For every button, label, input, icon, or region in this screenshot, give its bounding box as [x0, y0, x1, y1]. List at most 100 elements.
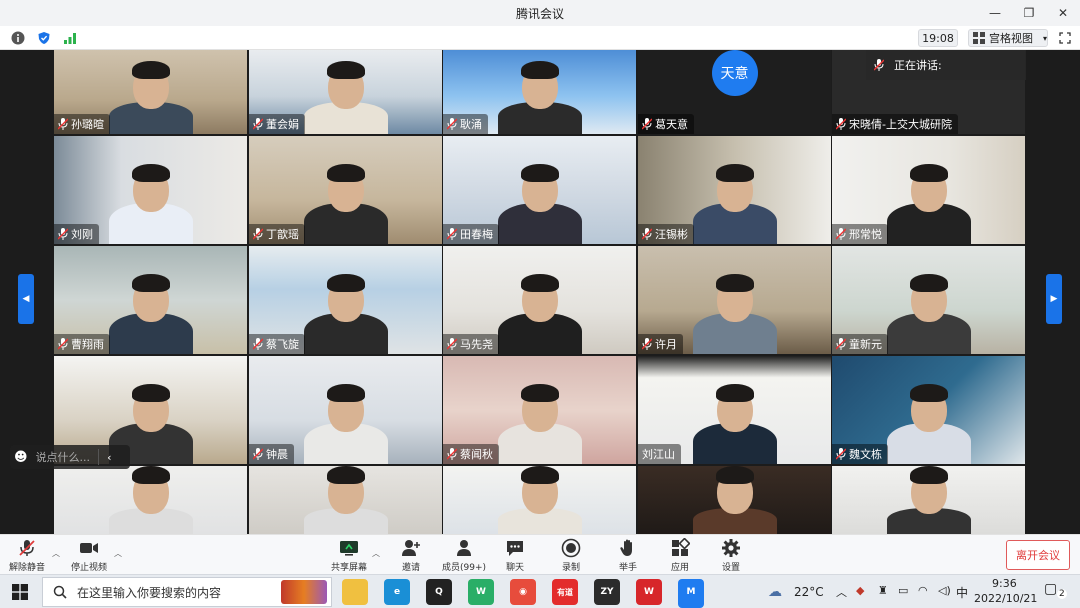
chat-input[interactable]: 说点什么...	[36, 449, 91, 465]
collapse-chat-icon[interactable]: ‹	[107, 451, 111, 464]
participant-tile[interactable]	[54, 466, 247, 534]
app-icon[interactable]: ◉	[510, 579, 536, 605]
participant-tile[interactable]: 钟晨	[249, 356, 442, 464]
share-options-chevron-icon[interactable]: ︿	[372, 548, 380, 559]
volume-icon[interactable]: ◁)	[938, 584, 951, 597]
participant-tile[interactable]: 马先尧	[443, 246, 636, 354]
participant-tile[interactable]: 曹翔雨	[54, 246, 247, 354]
taskbar-search-input[interactable]: 在这里输入你要搜索的内容	[42, 577, 332, 607]
signal-strength-icon[interactable]	[62, 30, 78, 46]
participant-name-label: 宋晓倩-上交大城研院	[832, 114, 958, 134]
participant-hair	[326, 384, 365, 402]
edge-browser-icon[interactable]: e	[384, 579, 410, 605]
leave-meeting-button[interactable]: 离开会议	[1006, 540, 1070, 570]
notification-count: 2	[1057, 589, 1067, 599]
minimize-icon[interactable]: —	[978, 0, 1012, 26]
mic-muted-icon	[836, 338, 846, 350]
participant-name: 钟晨	[266, 448, 288, 461]
settings-button[interactable]: 设置	[708, 538, 754, 574]
quick-chat-bar[interactable]: ☻ 说点什么... ‹	[10, 445, 130, 469]
chat-label: 聊天	[505, 563, 524, 573]
notification-icon[interactable]: ▢	[1044, 581, 1057, 597]
wechat-icon[interactable]: W	[468, 579, 494, 605]
share-screen-label: 共享屏幕	[330, 563, 367, 573]
participant-tile[interactable]	[249, 466, 442, 534]
emoji-icon[interactable]: ☻	[14, 450, 28, 465]
participant-tile[interactable]: 天意 葛天意	[638, 50, 831, 134]
zy-app-icon[interactable]: ZY	[594, 579, 620, 605]
video-grid: 孙璐暄 董会娟 耿涌 天意 葛天意 宋晓倩-上交大城研院刘刚 丁歆瑶 田春梅 汪锡彬 邢常悦曹翔雨…	[0, 50, 1080, 534]
show-hidden-icons-icon[interactable]: ︿	[836, 584, 847, 600]
participant-tile[interactable]: 董会娟	[249, 50, 442, 134]
participant-tile[interactable]: 邢常悦	[832, 136, 1025, 244]
participant-name-label: 魏文栋	[832, 444, 888, 464]
participant-tile[interactable]: 蔡闻秋	[443, 356, 636, 464]
tencent-meeting-taskbar-icon[interactable]: M	[678, 579, 704, 605]
audio-options-chevron-icon[interactable]: ︿	[52, 548, 60, 559]
wifi-icon[interactable]: ◠	[918, 584, 928, 597]
title-bar: 腾讯会议 — ❐ ✕	[0, 0, 1080, 26]
view-mode-dropdown[interactable]: 宫格视图 ▾	[968, 29, 1048, 47]
participant-name: 蔡闻秋	[460, 448, 493, 461]
participant-tile[interactable]	[443, 466, 636, 534]
tray-app-icon[interactable]: ◆	[856, 584, 864, 597]
participant-tile[interactable]	[638, 466, 831, 534]
security-shield-icon[interactable]	[36, 30, 52, 46]
participant-tile[interactable]: 刘江山	[638, 356, 831, 464]
qq-icon[interactable]: Q	[426, 579, 452, 605]
members-button[interactable]: 成员(99+)	[436, 538, 492, 574]
chevron-right-icon: ▶	[1050, 294, 1058, 304]
participant-hair	[715, 384, 754, 402]
participant-name-label: 蔡飞旋	[249, 334, 305, 354]
participant-tile[interactable]: 童新元	[832, 246, 1025, 354]
participant-tile[interactable]: 孙璐暄	[54, 50, 247, 134]
mic-muted-icon	[253, 118, 263, 130]
youdao-icon[interactable]: 有道	[552, 579, 578, 605]
raise-hand-button[interactable]: 举手	[605, 538, 651, 574]
record-button[interactable]: 录制	[548, 538, 594, 574]
participant-name: 曹翔雨	[71, 338, 104, 351]
restore-icon[interactable]: ❐	[1012, 0, 1046, 26]
participant-tile[interactable]: 丁歆瑶	[249, 136, 442, 244]
participant-name-label: 邢常悦	[832, 224, 888, 244]
share-screen-button[interactable]: 共享屏幕	[326, 538, 372, 574]
apps-label: 应用	[670, 563, 689, 573]
taskbar-clock-date[interactable]: 2022/10/21	[974, 592, 1037, 605]
unmute-button[interactable]: 解除静音	[4, 538, 50, 574]
tray-security-icon[interactable]: ♜	[878, 584, 888, 597]
battery-icon[interactable]: ▭	[898, 584, 908, 597]
invite-button[interactable]: 邀请	[388, 538, 434, 574]
taskbar-clock-time[interactable]: 9:36	[992, 577, 1017, 590]
participant-tile[interactable]: 汪锡彬	[638, 136, 831, 244]
participant-hair	[715, 466, 754, 484]
mic-muted-icon	[836, 448, 846, 460]
participant-tile[interactable]: 魏文栋	[832, 356, 1025, 464]
prev-page-button[interactable]: ◀	[18, 274, 34, 324]
participant-name-label: 汪锡彬	[638, 224, 694, 244]
start-button[interactable]	[0, 575, 40, 608]
chat-button[interactable]: 聊天	[492, 538, 538, 574]
participant-tile[interactable]: 许月	[638, 246, 831, 354]
file-explorer-icon[interactable]	[342, 579, 368, 605]
participant-tile[interactable]: 刘刚	[54, 136, 247, 244]
wps-icon[interactable]: W	[636, 579, 662, 605]
stop-video-button[interactable]: 停止视频	[66, 538, 112, 574]
weather-icon[interactable]: ☁	[768, 584, 782, 600]
ime-indicator[interactable]: 中	[956, 584, 968, 601]
next-page-button[interactable]: ▶	[1046, 274, 1062, 324]
participant-tile[interactable]: 蔡飞旋	[249, 246, 442, 354]
participant-tile[interactable]	[832, 466, 1025, 534]
info-icon[interactable]	[10, 30, 26, 46]
apps-button[interactable]: 应用	[657, 538, 703, 574]
meeting-toolbar: 解除静音 ︿ 停止视频 ︿ 共享屏幕 ︿ 邀请 成员(99+) 聊天 录制 举手…	[0, 534, 1080, 574]
members-label: 成员(99+)	[441, 563, 487, 573]
fullscreen-icon[interactable]	[1056, 29, 1074, 47]
meeting-info-bar: 19:08 宫格视图 ▾	[0, 26, 1080, 50]
members-icon	[457, 540, 471, 556]
participant-tile[interactable]: 田春梅	[443, 136, 636, 244]
close-icon[interactable]: ✕	[1046, 0, 1080, 26]
mic-muted-icon	[447, 118, 457, 130]
participant-tile[interactable]: 耿涌	[443, 50, 636, 134]
weather-temperature[interactable]: 22°C	[794, 585, 824, 599]
video-options-chevron-icon[interactable]: ︿	[114, 548, 122, 559]
